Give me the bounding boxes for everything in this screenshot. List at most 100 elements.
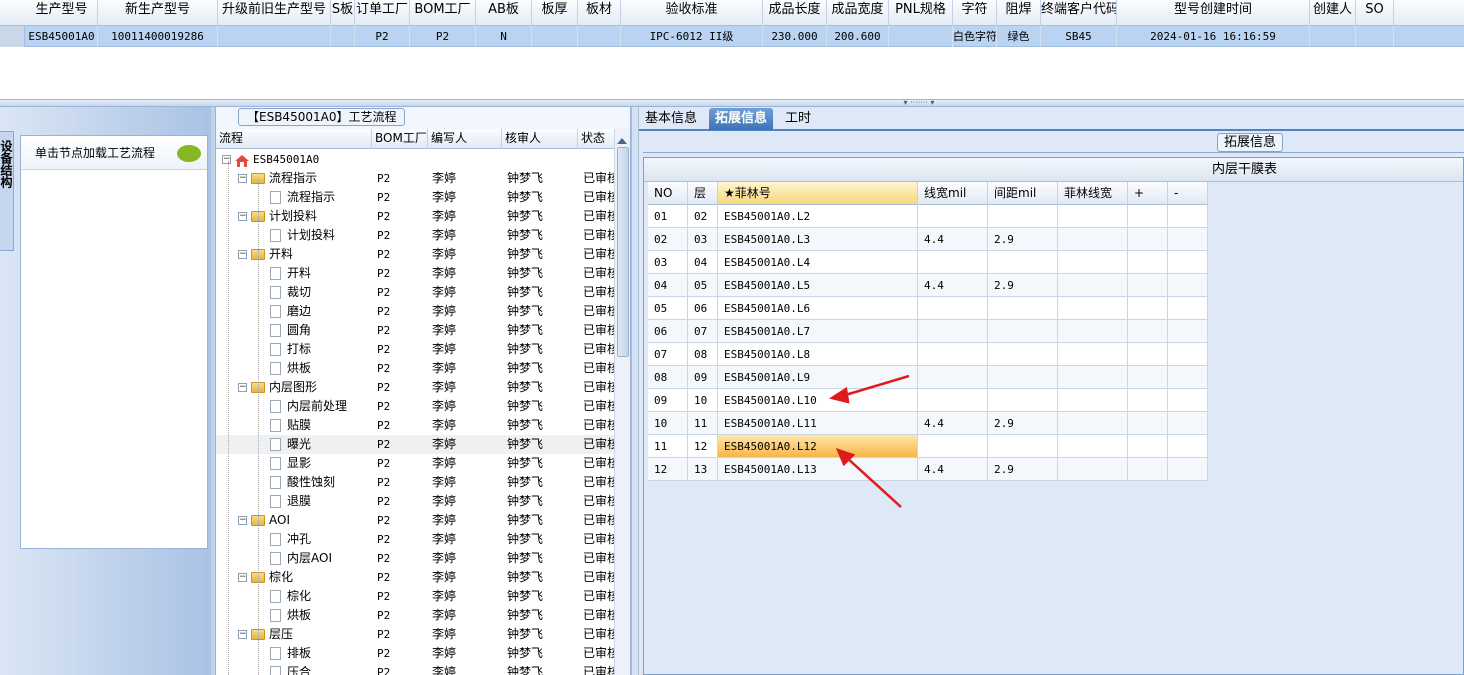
film-cell[interactable]: 11 [688,412,718,435]
tree-node-name[interactable]: 显影 [270,454,311,473]
column-header[interactable]: AB板 [476,0,532,26]
film-cell[interactable] [1168,412,1208,435]
grid-cell[interactable] [1356,26,1394,47]
film-cell[interactable] [1168,435,1208,458]
row-selector[interactable] [0,26,25,47]
grid-cell[interactable]: 绿色 [997,26,1041,47]
tree-node-step[interactable]: 内层AOI P2 李婷 钟梦飞 已审核 [216,549,614,568]
tree-node-step[interactable]: 棕化 P2 李婷 钟梦飞 已审核 [216,587,614,606]
column-header[interactable]: 成品宽度 [827,0,889,26]
tree-scrollbar[interactable] [614,129,630,675]
film-cell[interactable]: ESB45001A0.L13 [718,458,918,481]
load-hint-row[interactable]: 单击节点加载工艺流程 [21,136,207,170]
film-cell[interactable]: 02 [688,205,718,228]
film-column-header[interactable]: - [1168,182,1208,205]
tree-node-step[interactable]: 磨边 P2 李婷 钟梦飞 已审核 [216,302,614,321]
film-cell[interactable] [1128,366,1168,389]
tree-node-step[interactable]: 曝光 P2 李婷 钟梦飞 已审核 [216,435,614,454]
film-cell[interactable]: ESB45001A0.L10 [718,389,918,412]
collapse-toggle-icon[interactable]: − [222,155,231,164]
tree-node-name[interactable]: 压合 [270,663,311,675]
grid-cell[interactable] [331,26,355,47]
film-cell[interactable] [1058,251,1128,274]
film-cell[interactable]: 03 [648,251,688,274]
film-cell[interactable] [1058,297,1128,320]
tree-node-step[interactable]: 开料 P2 李婷 钟梦飞 已审核 [216,264,614,283]
film-cell[interactable]: 08 [648,366,688,389]
tree-node-folder[interactable]: − 棕化 P2 李婷 钟梦飞 已审核 [216,568,614,587]
tree-node-step[interactable]: 退膜 P2 李婷 钟梦飞 已审核 [216,492,614,511]
film-cell[interactable]: 4.4 [918,412,988,435]
film-column-header[interactable]: 间距mil [988,182,1058,205]
film-cell[interactable] [988,251,1058,274]
tree-node-name[interactable]: 磨边 [270,302,311,321]
tree-node-step[interactable]: 计划投料 P2 李婷 钟梦飞 已审核 [216,226,614,245]
collapse-toggle-icon[interactable]: − [238,383,247,392]
tree-node-step[interactable]: 裁切 P2 李婷 钟梦飞 已审核 [216,283,614,302]
film-cell[interactable]: ESB45001A0.L5 [718,274,918,297]
tree-node-name[interactable]: − ESB45001A0 [222,150,319,169]
film-cell[interactable] [1128,274,1168,297]
film-cell[interactable]: 05 [688,274,718,297]
collapse-toggle-icon[interactable]: − [238,212,247,221]
film-column-header[interactable]: NO [648,182,688,205]
film-cell[interactable]: ESB45001A0.L11 [718,412,918,435]
tree-column-header[interactable]: 编写人 [428,129,502,149]
tree-node-step[interactable]: 酸性蚀刻 P2 李婷 钟梦飞 已审核 [216,473,614,492]
tree-node-folder[interactable]: − 层压 P2 李婷 钟梦飞 已审核 [216,625,614,644]
film-cell[interactable]: ESB45001A0.L6 [718,297,918,320]
collapse-toggle-icon[interactable]: − [238,250,247,259]
tree-node-folder[interactable]: − AOI P2 李婷 钟梦飞 已审核 [216,511,614,530]
tab-basic-info[interactable]: 基本信息 [639,108,703,130]
film-cell[interactable]: 04 [688,251,718,274]
film-cell[interactable]: 03 [688,228,718,251]
film-cell[interactable] [988,366,1058,389]
film-cell[interactable] [1128,320,1168,343]
film-column-header[interactable]: 菲林线宽 [1058,182,1128,205]
tree-node-root[interactable]: − ESB45001A0 [216,150,614,169]
film-column-header[interactable]: 线宽mil [918,182,988,205]
film-cell[interactable]: ESB45001A0.L8 [718,343,918,366]
film-cell[interactable] [988,435,1058,458]
film-cell[interactable] [988,343,1058,366]
column-header[interactable]: PNL规格 [889,0,953,26]
film-cell[interactable]: 04 [648,274,688,297]
tree-column-header[interactable]: 核审人 [502,129,578,149]
tree-node-folder[interactable]: − 内层图形 P2 李婷 钟梦飞 已审核 [216,378,614,397]
film-cell[interactable] [1168,297,1208,320]
tree-node-name[interactable]: − 棕化 [238,568,293,587]
tree-node-step[interactable]: 打标 P2 李婷 钟梦飞 已审核 [216,340,614,359]
film-cell[interactable] [1128,297,1168,320]
film-cell[interactable]: 13 [688,458,718,481]
film-cell[interactable] [988,205,1058,228]
grid-cell[interactable]: 2024-01-16 16:16:59 [1117,26,1310,47]
tree-node-name[interactable]: 烘板 [270,606,311,625]
column-header[interactable]: 型号创建时间 [1117,0,1310,26]
tree-node-name[interactable]: 内层AOI [270,549,332,568]
column-header[interactable]: 板材 [578,0,621,26]
tree-node-step[interactable]: 排板 P2 李婷 钟梦飞 已审核 [216,644,614,663]
film-cell[interactable] [918,435,988,458]
film-cell[interactable] [1058,343,1128,366]
grid-cell[interactable]: 10011400019286 [98,26,218,47]
film-cell[interactable]: 10 [648,412,688,435]
film-cell[interactable] [1058,320,1128,343]
film-cell[interactable] [988,320,1058,343]
tree-node-step[interactable]: 圆角 P2 李婷 钟梦飞 已审核 [216,321,614,340]
grid-cell[interactable]: N [476,26,532,47]
scroll-thumb[interactable] [617,147,629,357]
film-cell[interactable]: ESB45001A0.L7 [718,320,918,343]
film-cell[interactable] [1058,458,1128,481]
grid-cell[interactable]: 200.600 [827,26,889,47]
film-cell[interactable] [1128,412,1168,435]
grid-cell[interactable] [1310,26,1356,47]
film-cell[interactable] [1058,205,1128,228]
film-cell[interactable] [1168,251,1208,274]
horizontal-splitter[interactable]: ▾ ······· ▾ [0,99,1464,107]
column-header[interactable]: 升级前旧生产型号 [218,0,331,26]
film-cell[interactable] [1168,320,1208,343]
film-cell[interactable] [1168,228,1208,251]
film-cell[interactable] [1128,458,1168,481]
film-cell[interactable] [988,297,1058,320]
column-header[interactable]: 生产型号 [26,0,98,26]
